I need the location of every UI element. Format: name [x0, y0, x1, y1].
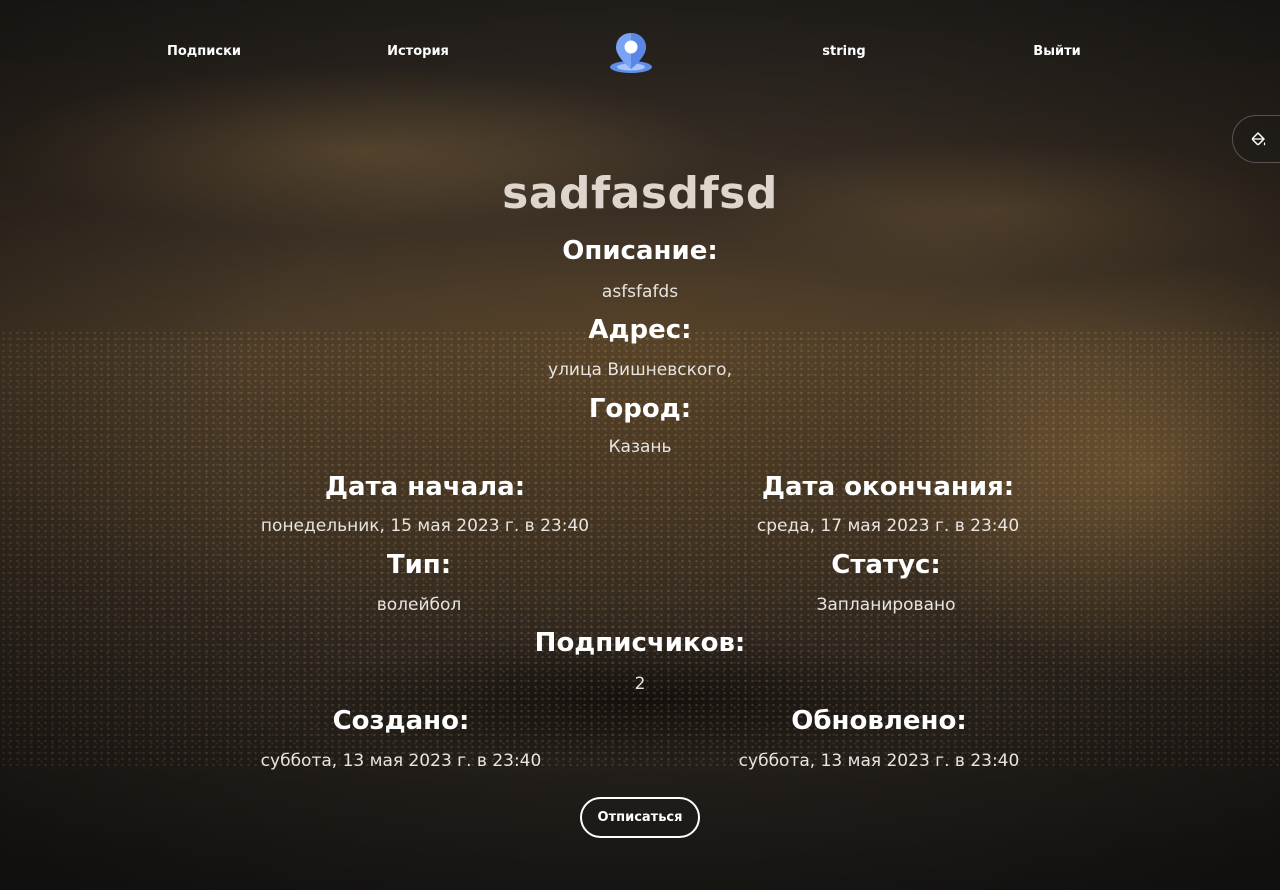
subscribers-label: Подписчиков:: [534, 628, 746, 658]
type-value: волейбол: [376, 595, 462, 615]
event-title: sadfasdfsd: [502, 168, 778, 219]
updated-value: суббота, 13 мая 2023 г. в 23:40: [738, 751, 1020, 771]
nav-history-link[interactable]: История: [387, 44, 449, 59]
city-value: Казань: [608, 437, 672, 457]
nav-subscriptions-link[interactable]: Подписки: [167, 44, 241, 59]
description-label: Описание:: [562, 236, 718, 266]
created-label: Создано:: [332, 706, 470, 736]
subscribers-count: 2: [634, 674, 646, 694]
status-label: Статус:: [831, 550, 941, 580]
address-label: Адрес:: [588, 315, 692, 345]
type-label: Тип:: [386, 550, 452, 580]
start-date-value: понедельник, 15 мая 2023 г. в 23:40: [260, 516, 590, 536]
top-navigation: Подписки История string Выйти: [0, 0, 1280, 100]
status-value: Запланировано: [816, 595, 956, 615]
end-date-label: Дата окончания:: [761, 472, 1015, 502]
logo-map-pin-icon[interactable]: [608, 30, 654, 76]
start-date-label: Дата начала:: [324, 472, 526, 502]
nav-logout-link[interactable]: Выйти: [1033, 44, 1080, 59]
city-label: Город:: [588, 394, 692, 424]
theme-toggle-button[interactable]: [1232, 115, 1280, 163]
nav-username-link[interactable]: string: [822, 44, 865, 59]
address-value: улица Вишневского,: [548, 360, 732, 380]
description-value: asfsfafds: [601, 282, 679, 302]
unsubscribe-button[interactable]: Отписаться: [580, 797, 700, 838]
end-date-value: среда, 17 мая 2023 г. в 23:40: [756, 516, 1020, 536]
created-value: суббота, 13 мая 2023 г. в 23:40: [260, 751, 542, 771]
updated-label: Обновлено:: [791, 706, 967, 736]
paint-bucket-icon: [1251, 132, 1266, 146]
